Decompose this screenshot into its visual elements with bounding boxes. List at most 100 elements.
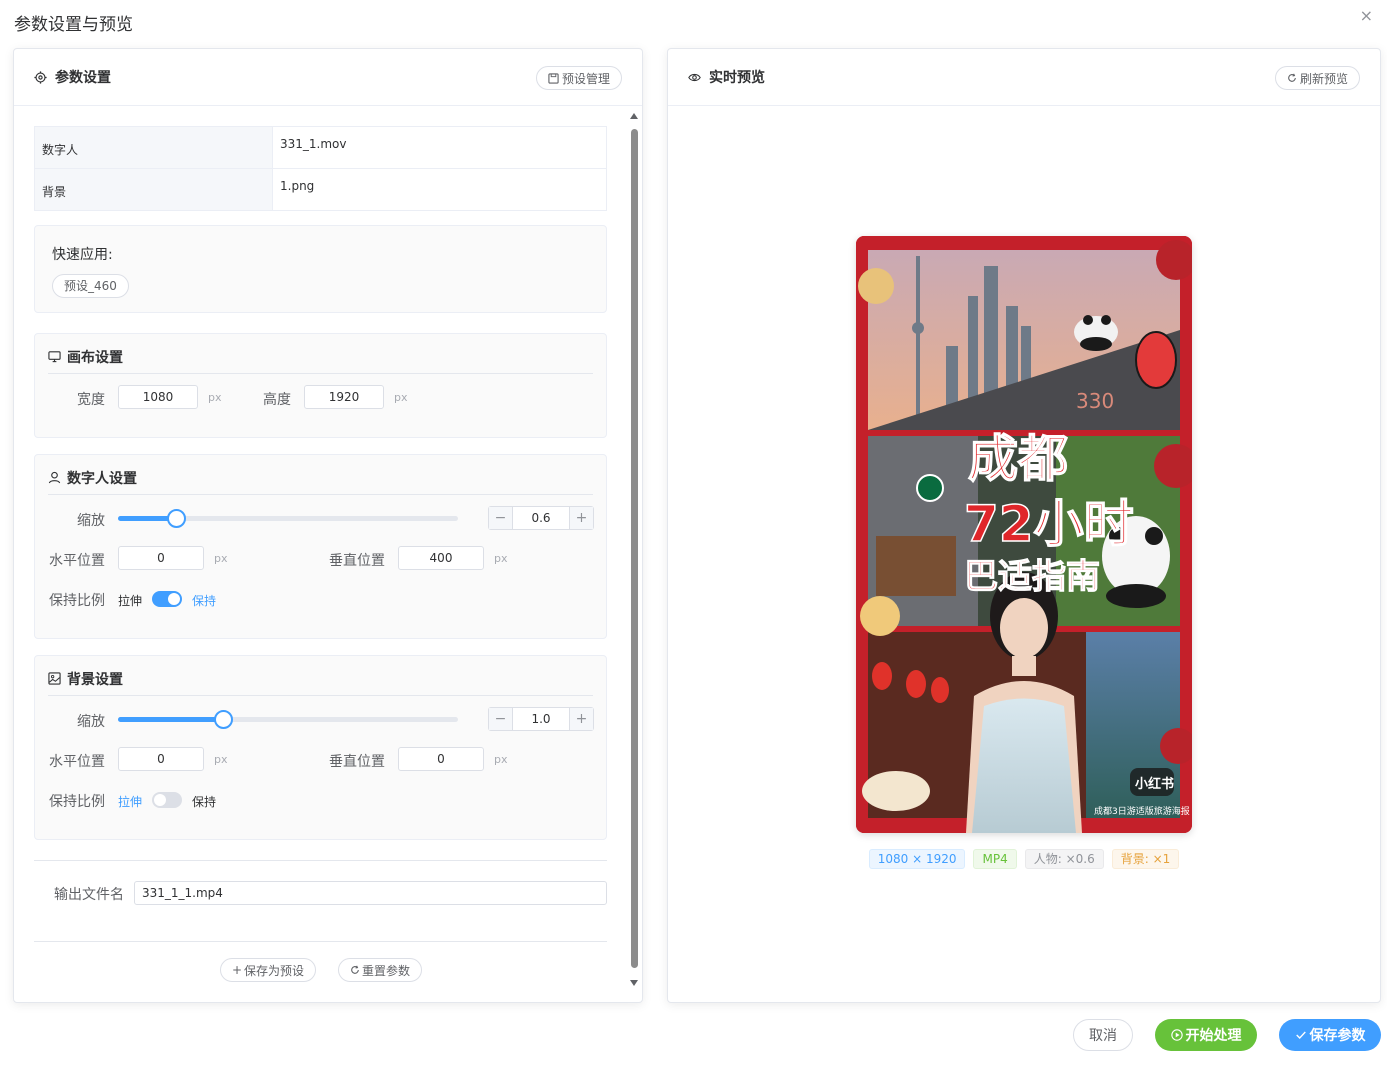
avatar-scale-handle[interactable] (166, 509, 186, 528)
monitor-icon (48, 351, 61, 363)
avatar-x-unit: px (214, 552, 228, 565)
bg-x-label: 水平位置 (49, 754, 105, 770)
background-section: 背景设置 缩放 − 1.0 + 水平位置 0 px 垂直位置 0 px 保持比例… (34, 655, 607, 840)
save-params-button[interactable]: 保存参数 (1279, 1019, 1381, 1051)
table-row: 数字人 331_1.mov (34, 126, 607, 169)
refresh-preview-button[interactable]: 刷新预览 (1274, 66, 1360, 90)
bg-scale-tag: 背景: ×1 (1111, 849, 1180, 869)
height-unit: px (394, 391, 408, 404)
avatar-y-label: 垂直位置 (329, 553, 385, 569)
bg-keep-text[interactable]: 保持 (192, 793, 216, 810)
avatar-ratio-label: 保持比例 (49, 593, 105, 609)
height-label: 高度 (263, 392, 291, 408)
bg-scale-stepper[interactable]: − 1.0 + (488, 707, 594, 731)
check-icon (1295, 1031, 1306, 1039)
info-key-avatar: 数字人 (34, 126, 273, 169)
play-icon (1170, 1029, 1183, 1041)
toggle-knob (154, 794, 166, 806)
avatar-y-unit: px (494, 552, 508, 565)
increment-button[interactable]: + (569, 507, 593, 529)
width-label: 宽度 (77, 392, 105, 408)
preset-manage-button[interactable]: 预设管理 (535, 66, 622, 90)
table-row: 背景 1.png (34, 168, 607, 211)
preset-chip[interactable]: 预设_460 (52, 274, 129, 298)
settings-panel: 参数设置 预设管理 数字人 331_1.mov 背景 1.png 快速应用: 预… (13, 48, 643, 1003)
save-icon (548, 72, 559, 84)
divider (34, 860, 607, 861)
bg-ratio-toggle[interactable] (152, 792, 182, 808)
start-processing-label: 开始处理 (1185, 1028, 1242, 1044)
avatar-section: 数字人设置 缩放 − 0.6 + 水平位置 0 px 垂直位置 400 px 保… (34, 454, 607, 639)
increment-button[interactable]: + (569, 708, 593, 730)
avatar-scale-tag: 人物: ×0.6 (1024, 849, 1104, 869)
avatar-y-input[interactable]: 400 (398, 546, 484, 570)
avatar-keep-text[interactable]: 保持 (192, 592, 216, 609)
refresh-icon (351, 965, 359, 974)
avatar-scale-value[interactable]: 0.6 (513, 507, 569, 529)
width-input[interactable]: 1080 (118, 385, 198, 409)
avatar-scale-slider[interactable] (118, 509, 458, 528)
start-processing-button[interactable]: 开始处理 (1155, 1019, 1257, 1051)
dialog-title: 参数设置与预览 (14, 15, 133, 35)
bg-scale-label: 缩放 (77, 714, 105, 730)
travel-poster-illustration: 330 成都 72小时 巴适指南 小红书 成都3日游适版旅游海报 (856, 236, 1192, 833)
scrollbar[interactable] (629, 109, 639, 996)
preview-title: 实时预览 (709, 70, 765, 86)
save-params-label: 保存参数 (1309, 1028, 1366, 1044)
plus-icon: + (231, 963, 243, 977)
bg-x-input[interactable]: 0 (118, 747, 204, 771)
info-key-background: 背景 (34, 168, 273, 211)
user-icon (48, 471, 61, 484)
decrement-button[interactable]: − (489, 507, 513, 529)
scroll-down-arrow[interactable] (630, 980, 638, 986)
avatar-title: 数字人设置 (67, 470, 137, 487)
height-input[interactable]: 1920 (304, 385, 384, 409)
gear-icon (34, 70, 47, 84)
resolution-tag: 1080 × 1920 (868, 849, 966, 869)
canvas-title: 画布设置 (67, 349, 123, 366)
bg-ratio-label: 保持比例 (49, 794, 105, 810)
settings-title: 参数设置 (55, 70, 111, 86)
preset-manage-label: 预设管理 (561, 71, 610, 86)
decrement-button[interactable]: − (489, 708, 513, 730)
avatar-stretch-text[interactable]: 拉伸 (118, 592, 142, 609)
quick-apply-label: 快速应用: (52, 247, 113, 263)
scroll-up-arrow[interactable] (630, 113, 638, 119)
cancel-button[interactable]: 取消 (1073, 1019, 1133, 1051)
output-filename-input[interactable]: 331_1_1.mp4 (134, 881, 607, 905)
background-title: 背景设置 (67, 671, 123, 688)
poster-badge: 330 (1076, 389, 1114, 413)
bg-scale-slider[interactable] (118, 710, 458, 729)
poster-title-1: 成都 (968, 430, 1068, 488)
refresh-preview-label: 刷新预览 (1299, 71, 1348, 86)
save-as-preset-button[interactable]: + 保存为预设 (220, 958, 316, 982)
bg-scale-value[interactable]: 1.0 (513, 708, 569, 730)
reset-params-button[interactable]: 重置参数 (338, 958, 422, 982)
bg-scale-handle[interactable] (214, 710, 234, 729)
bg-y-input[interactable]: 0 (398, 747, 484, 771)
settings-header: 参数设置 预设管理 (14, 49, 642, 106)
close-icon[interactable]: × (1360, 6, 1373, 25)
avatar-ratio-toggle[interactable] (152, 591, 182, 607)
avatar-scale-stepper[interactable]: − 0.6 + (488, 506, 594, 530)
save-as-preset-label: 保存为预设 (244, 963, 305, 978)
bg-y-label: 垂直位置 (329, 754, 385, 770)
divider (34, 941, 607, 942)
info-value-background: 1.png (272, 168, 607, 211)
avatar-x-label: 水平位置 (49, 553, 105, 569)
bg-stretch-text[interactable]: 拉伸 (118, 793, 142, 810)
avatar-x-input[interactable]: 0 (118, 546, 204, 570)
preview-tags: 1080 × 1920 MP4 人物: ×0.6 背景: ×1 (668, 849, 1380, 869)
toggle-knob (168, 593, 180, 605)
refresh-icon (1288, 73, 1296, 82)
avatar-section-title: 数字人设置 (48, 469, 593, 495)
eye-icon (688, 73, 701, 81)
settings-scroll-area[interactable]: 数字人 331_1.mov 背景 1.png 快速应用: 预设_460 画布设置… (14, 107, 630, 1002)
bg-x-unit: px (214, 753, 228, 766)
canvas-section: 画布设置 宽度 1080 px 高度 1920 px (34, 333, 607, 438)
scrollbar-thumb[interactable] (631, 129, 638, 968)
canvas-section-title: 画布设置 (48, 348, 593, 374)
preview-panel: 实时预览 刷新预览 330 成都 72小时 巴适指南 小红书 成都3日游适版旅游… (667, 48, 1381, 1003)
poster-title-2: 72小时 (964, 495, 1134, 553)
bg-scale-fill (118, 717, 224, 722)
